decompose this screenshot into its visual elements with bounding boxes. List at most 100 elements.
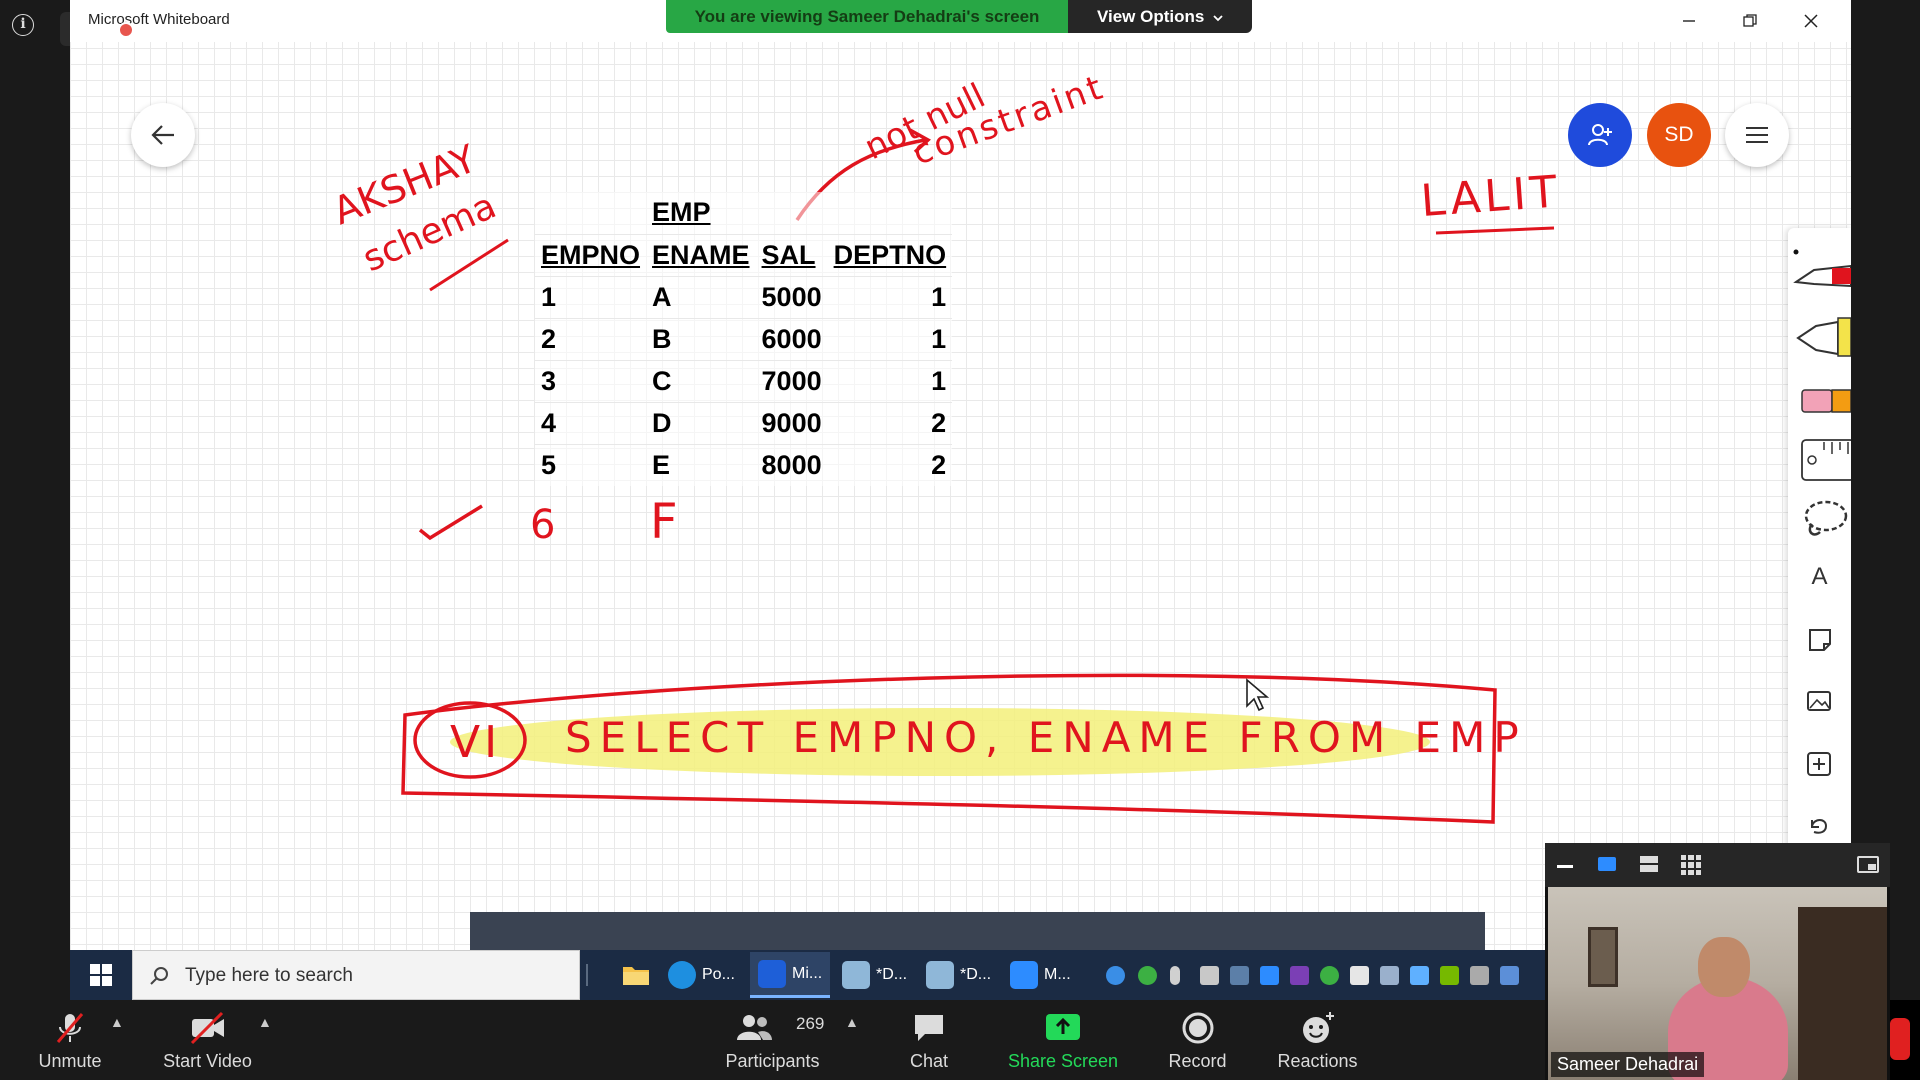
onenote-icon[interactable]: [1290, 966, 1309, 985]
exit-fullscreen-icon[interactable]: [1857, 856, 1879, 873]
sql-query-text: SELECT EMPNO, ENAME FROM EMP: [565, 713, 1527, 762]
record-icon: [1182, 1012, 1213, 1044]
share-screen-button[interactable]: Share Screen: [998, 1000, 1128, 1080]
tick-mark: [418, 504, 483, 541]
shield-tray-icon[interactable]: [1350, 966, 1369, 985]
notepad-app-1[interactable]: *D...: [834, 952, 914, 998]
view-options-label: View Options: [1096, 7, 1205, 26]
lasso-icon: [1804, 500, 1848, 536]
query-box-outline: [401, 673, 1497, 824]
wifi-icon[interactable]: [1380, 966, 1399, 985]
name-underline: [1435, 226, 1555, 235]
edge-app[interactable]: Po...: [660, 952, 740, 998]
table-cell: 7000: [755, 359, 828, 402]
query-prefix: VI: [450, 717, 501, 768]
record-button[interactable]: Record: [1150, 1000, 1245, 1080]
table-cell: 2: [535, 317, 647, 360]
note-tool[interactable]: [1788, 610, 1851, 668]
participants-caret-icon[interactable]: ▲: [845, 1014, 859, 1030]
reactions-button[interactable]: Reactions: [1265, 1000, 1370, 1080]
table-cell: 5000: [755, 275, 828, 318]
image-icon: [1807, 691, 1831, 711]
shared-content-strip: [470, 912, 1485, 950]
chat-button[interactable]: Chat: [889, 1000, 969, 1080]
insert-tool[interactable]: [1788, 734, 1851, 792]
text-icon[interactable]: A: [1788, 548, 1851, 606]
audio-options-caret-icon[interactable]: ▲: [110, 1014, 124, 1030]
start-button[interactable]: [70, 950, 132, 1000]
unmute-button[interactable]: Unmute: [20, 1000, 120, 1080]
video-options-caret-icon[interactable]: ▲: [258, 1014, 272, 1030]
table-cell: E: [646, 443, 756, 486]
meeting-info-icon[interactable]: i: [12, 14, 34, 36]
taskbar-app-label: *D...: [960, 966, 992, 983]
user-avatar[interactable]: SD: [1647, 103, 1711, 167]
wall-shelf: [1798, 907, 1887, 1080]
invite-button[interactable]: [1568, 103, 1632, 167]
ruler-icon: [1801, 439, 1851, 481]
highlight-stroke: [450, 708, 1430, 776]
eraser-tool[interactable]: [1788, 362, 1851, 420]
tray-app-icon[interactable]: [1470, 966, 1489, 985]
notepad-app-2[interactable]: *D...: [918, 952, 998, 998]
table-row: 3 C 7000 1: [535, 359, 953, 402]
start-video-label: Start Video: [163, 1051, 252, 1071]
zoom-camera-icon: [1010, 961, 1038, 989]
nvidia-icon[interactable]: [1440, 966, 1459, 985]
device-icon[interactable]: [1200, 966, 1219, 985]
lasso-tool[interactable]: [1788, 486, 1851, 544]
menu-button[interactable]: [1725, 103, 1789, 167]
sync-icon[interactable]: [1320, 966, 1339, 985]
taskbar-app-label: Mi...: [792, 964, 823, 982]
back-button[interactable]: [131, 103, 195, 167]
speaker-video-tile[interactable]: Sameer Dehadrai: [1545, 843, 1890, 1080]
highlighter-tool[interactable]: [1788, 300, 1851, 358]
strip-view-icon[interactable]: [1640, 856, 1658, 872]
help-icon[interactable]: [1106, 966, 1125, 985]
restore-button[interactable]: [1730, 6, 1770, 36]
constraint-label-2: constraint: [907, 67, 1110, 173]
gallery-view-icon[interactable]: [1681, 855, 1701, 875]
speaker-view-icon[interactable]: [1598, 857, 1616, 871]
table-cell: A: [646, 275, 756, 318]
window-title: Microsoft Whiteboard: [88, 11, 230, 28]
minimize-video-icon[interactable]: [1557, 865, 1573, 868]
taskbar-divider: [586, 964, 588, 986]
minimize-button[interactable]: [1669, 6, 1709, 36]
table-cell: 1: [827, 275, 953, 318]
windows-logo-icon: [90, 964, 112, 986]
video-layout-controls: [1545, 843, 1890, 887]
share-screen-icon: [1046, 1014, 1080, 1040]
zoom-app[interactable]: M...: [1002, 952, 1082, 998]
steam-icon[interactable]: [1230, 966, 1249, 985]
whiteboard-app[interactable]: Mi...: [750, 952, 830, 998]
snowflake-icon[interactable]: [1410, 966, 1429, 985]
hamburger-icon: [1746, 127, 1768, 143]
table-row: 5 E 8000 2: [535, 443, 953, 486]
image-tool[interactable]: [1788, 672, 1851, 730]
taskbar-app-label: Po...: [702, 966, 735, 983]
pen-tool[interactable]: [1788, 238, 1851, 296]
microphone-icon[interactable]: [1170, 966, 1180, 985]
folder-icon: [623, 967, 649, 985]
start-video-button[interactable]: Start Video: [150, 1000, 265, 1080]
close-button[interactable]: [1791, 6, 1831, 36]
taskbar-search[interactable]: Type here to search: [132, 950, 580, 1000]
participants-button[interactable]: 269 Participants: [710, 1000, 835, 1080]
security-tray-icon[interactable]: [1138, 966, 1157, 985]
file-explorer-app[interactable]: [614, 952, 652, 998]
ink-toolbar: A: [1788, 228, 1851, 858]
ruler-tool[interactable]: [1788, 424, 1851, 482]
new-row-id: 6: [530, 502, 555, 548]
pen-tray-icon[interactable]: [1500, 966, 1519, 985]
right-name-label: LALIT: [1419, 166, 1562, 227]
participants-label: Participants: [725, 1051, 820, 1071]
search-placeholder: Type here to search: [185, 965, 353, 986]
table-cell: 4: [535, 401, 647, 444]
whiteboard-canvas[interactable]: Microsoft Whiteboard SD AKSHAY schema no…: [70, 0, 1851, 950]
view-options-button[interactable]: View Options: [1068, 0, 1252, 33]
table-cell: 6000: [755, 317, 828, 360]
windows-taskbar: Type here to search Po... Mi... *D... *D…: [70, 950, 1545, 1000]
zoom-tray-icon[interactable]: [1260, 966, 1279, 985]
table-cell: 1: [827, 359, 953, 402]
